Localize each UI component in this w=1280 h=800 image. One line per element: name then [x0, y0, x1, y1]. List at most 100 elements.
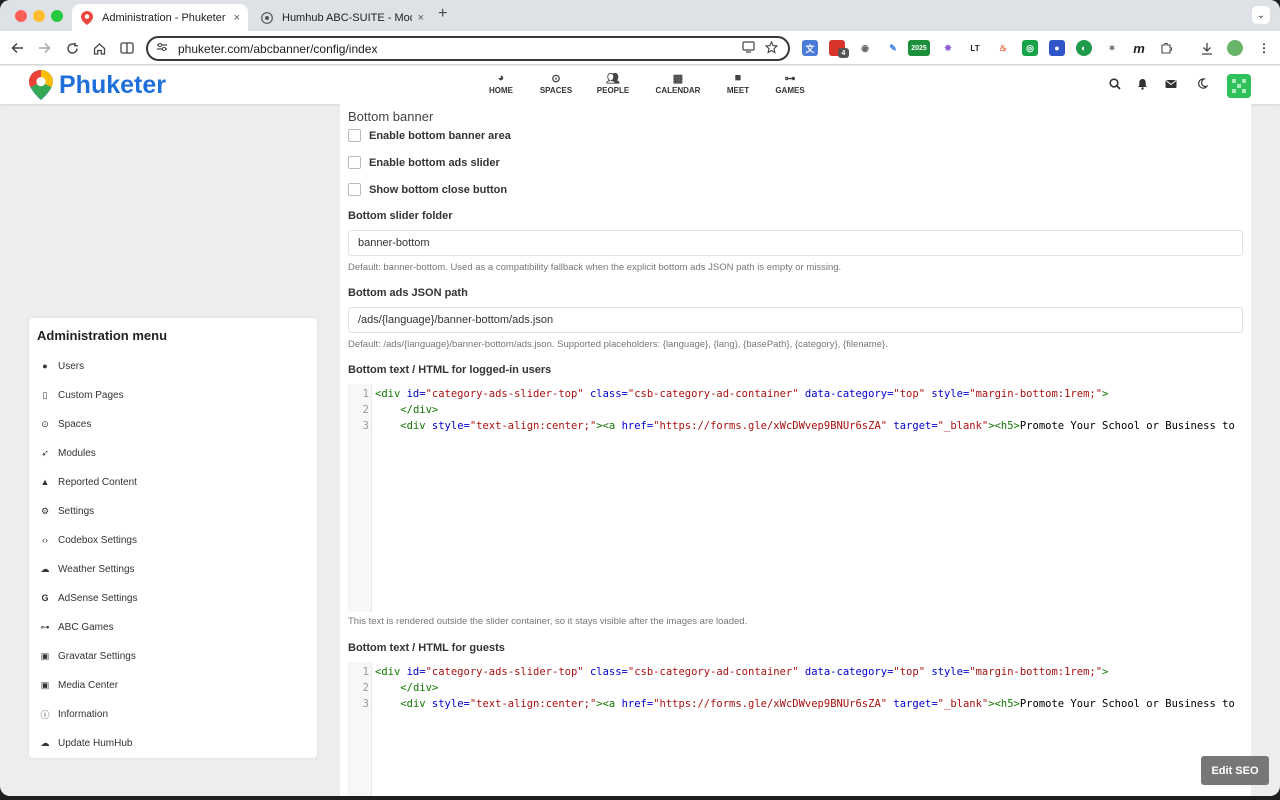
new-tab-button[interactable]: +	[438, 5, 447, 23]
json-path-help: Default: /ads/{language}/banner-bottom/a…	[348, 339, 888, 350]
people-icon: 👥︎	[606, 73, 620, 85]
blue-extension-icon[interactable]: ●	[1049, 40, 1065, 56]
puzzle-network-extension-icon[interactable]: ✶	[1104, 40, 1120, 56]
checkbox-enable-bottom-banner[interactable]: Enable bottom banner area	[348, 129, 511, 142]
year-extension-icon[interactable]: 2025	[908, 40, 930, 56]
tab-humhub[interactable]: Humhub ABC-SUITE - Module ×	[252, 4, 432, 31]
menu-item-users[interactable]: ● Users	[40, 358, 84, 374]
checkbox-label[interactable]: Enable bottom ads slider	[369, 157, 500, 169]
address-bar[interactable]: phuketer.com/abcbanner/config/index	[146, 36, 790, 61]
logged-in-code-editor[interactable]: 1 <div id="category-ads-slider-top" class…	[348, 384, 1251, 612]
menu-item-label: Spaces	[58, 418, 92, 430]
checkbox-enable-bottom-slider[interactable]: Enable bottom ads slider	[348, 156, 500, 169]
nav-label: SPACES	[539, 86, 573, 95]
checkbox-box[interactable]	[348, 129, 361, 142]
gamepad-icon: ⊶	[784, 73, 796, 85]
menu-item-custom-pages[interactable]: ▯ Custom Pages	[40, 387, 124, 403]
extension-badge: 4	[838, 48, 849, 58]
menu-item-weather-settings[interactable]: ☁ Weather Settings	[40, 561, 135, 577]
checkbox-show-close-button[interactable]: Show bottom close button	[348, 183, 507, 196]
tab-close-icon[interactable]: ×	[418, 12, 424, 24]
profile-avatar-icon[interactable]	[1227, 40, 1243, 56]
gear-extension-icon[interactable]: ✸	[940, 40, 956, 56]
camera-extension-icon[interactable]: ◉	[857, 40, 873, 56]
translate-extension-icon[interactable]: 文	[802, 40, 818, 56]
bell-icon[interactable]	[1137, 78, 1148, 93]
code-line-1: 1 <div id="category-ads-slider-top" class…	[362, 388, 1109, 400]
globe-favicon-icon	[260, 11, 274, 25]
menu-item-media-center[interactable]: ▣ Media Center	[40, 677, 118, 693]
grammar-extension-icon[interactable]: ◐	[1076, 40, 1092, 56]
menu-item-adsense-settings[interactable]: G AdSense Settings	[40, 590, 137, 606]
forward-arrow-icon[interactable]	[35, 39, 53, 57]
json-path-input[interactable]: /ads/{language}/banner-bottom/ads.json	[348, 307, 1243, 333]
nav-label: GAMES	[775, 86, 805, 95]
nav-calendar[interactable]: ▦ CALENDAR	[654, 72, 702, 95]
menu-item-gravatar-settings[interactable]: ▣ Gravatar Settings	[40, 648, 136, 664]
download-icon[interactable]	[1199, 40, 1215, 56]
checkbox-box[interactable]	[348, 156, 361, 169]
tab-administration[interactable]: Administration - Phuketer ×	[72, 4, 248, 31]
nav-people[interactable]: 👥︎ PEOPLE	[596, 72, 630, 95]
menu-item-codebox-settings[interactable]: ‹› Codebox Settings	[40, 532, 137, 548]
nav-home[interactable]: ◕ HOME	[487, 72, 515, 95]
bookmark-star-icon[interactable]	[764, 40, 779, 57]
green-extension-icon[interactable]: ◎	[1022, 40, 1038, 56]
tab-search-button[interactable]: ⌄	[1252, 6, 1270, 24]
menu-item-spaces[interactable]: ⊙ Spaces	[40, 416, 91, 432]
checkbox-label[interactable]: Enable bottom banner area	[369, 130, 511, 142]
menu-item-modules[interactable]: ➶ Modules	[40, 445, 96, 461]
tab-title: Humhub ABC-SUITE - Module	[282, 11, 412, 24]
site-logo[interactable]: Phuketer	[29, 69, 166, 101]
menu-item-label: Settings	[58, 505, 95, 517]
home-icon[interactable]	[90, 39, 108, 57]
reload-icon[interactable]	[63, 39, 81, 57]
close-window-button[interactable]	[15, 10, 27, 22]
maximize-window-button[interactable]	[51, 10, 63, 22]
menu-item-information[interactable]: ⓘ Information	[40, 706, 108, 722]
feather-extension-icon[interactable]: ✎	[885, 40, 901, 56]
site-info-icon[interactable]	[156, 42, 172, 55]
nav-label: MEET	[726, 86, 750, 95]
dot-circle-icon: ⊙	[41, 418, 49, 429]
menu-item-label: Users	[58, 360, 85, 372]
side-panel-icon[interactable]	[118, 39, 136, 57]
browser-menu-icon[interactable]: ⋮	[1256, 40, 1272, 56]
menu-item-update-humhub[interactable]: ☁ Update HumHub	[40, 735, 133, 751]
checkbox-box[interactable]	[348, 183, 361, 196]
checkbox-label[interactable]: Show bottom close button	[369, 184, 507, 196]
install-app-icon[interactable]	[742, 41, 755, 56]
m-extension-icon[interactable]: m	[1131, 40, 1147, 56]
slider-folder-help: Default: banner-bottom. Used as a compat…	[348, 262, 842, 273]
user-avatar[interactable]	[1227, 74, 1251, 98]
url-text[interactable]: phuketer.com/abcbanner/config/index	[178, 42, 742, 56]
moon-icon[interactable]	[1197, 78, 1209, 92]
menu-item-abc-games[interactable]: ⊶ ABC Games	[40, 619, 114, 635]
nav-label: HOME	[489, 86, 513, 95]
back-arrow-icon[interactable]	[8, 39, 26, 57]
menu-item-label: Reported Content	[58, 476, 137, 488]
languagetool-extension-icon[interactable]: LT	[967, 40, 983, 56]
image-icon: ▣	[40, 679, 50, 690]
administration-menu: Administration menu ● Users ▯ Custom Pages…	[29, 318, 317, 758]
edit-seo-button[interactable]: Edit SEO	[1201, 756, 1269, 785]
browser-toolbar: phuketer.com/abcbanner/config/index 文 4 …	[0, 31, 1280, 65]
tab-close-icon[interactable]: ×	[234, 12, 240, 24]
search-icon[interactable]	[1109, 78, 1121, 93]
extensions-puzzle-icon[interactable]	[1158, 40, 1174, 56]
nav-meet[interactable]: ■ MEET	[725, 72, 751, 95]
nav-games[interactable]: ⊶ GAMES	[774, 72, 806, 95]
nav-spaces[interactable]: ⊙ SPACES	[539, 72, 573, 95]
slider-folder-input[interactable]: banner-bottom	[348, 230, 1243, 256]
nav-label: PEOPLE	[596, 86, 630, 95]
minimize-window-button[interactable]	[33, 10, 45, 22]
avatar-pattern-icon	[1227, 74, 1251, 98]
logged-in-html-label: Bottom text / HTML for logged-in users	[348, 364, 552, 376]
menu-item-settings[interactable]: ⚙ Settings	[40, 503, 94, 519]
menu-item-label: Update HumHub	[58, 737, 133, 749]
flame-extension-icon[interactable]: ♨	[995, 40, 1011, 56]
guests-code-editor[interactable]: 1 <div id="category-ads-slider-top" class…	[348, 662, 1251, 796]
menu-item-reported-content[interactable]: ▲ Reported Content	[40, 474, 137, 490]
logged-in-html-help: This text is rendered outside the slider…	[348, 616, 748, 627]
envelope-icon[interactable]	[1165, 78, 1177, 92]
